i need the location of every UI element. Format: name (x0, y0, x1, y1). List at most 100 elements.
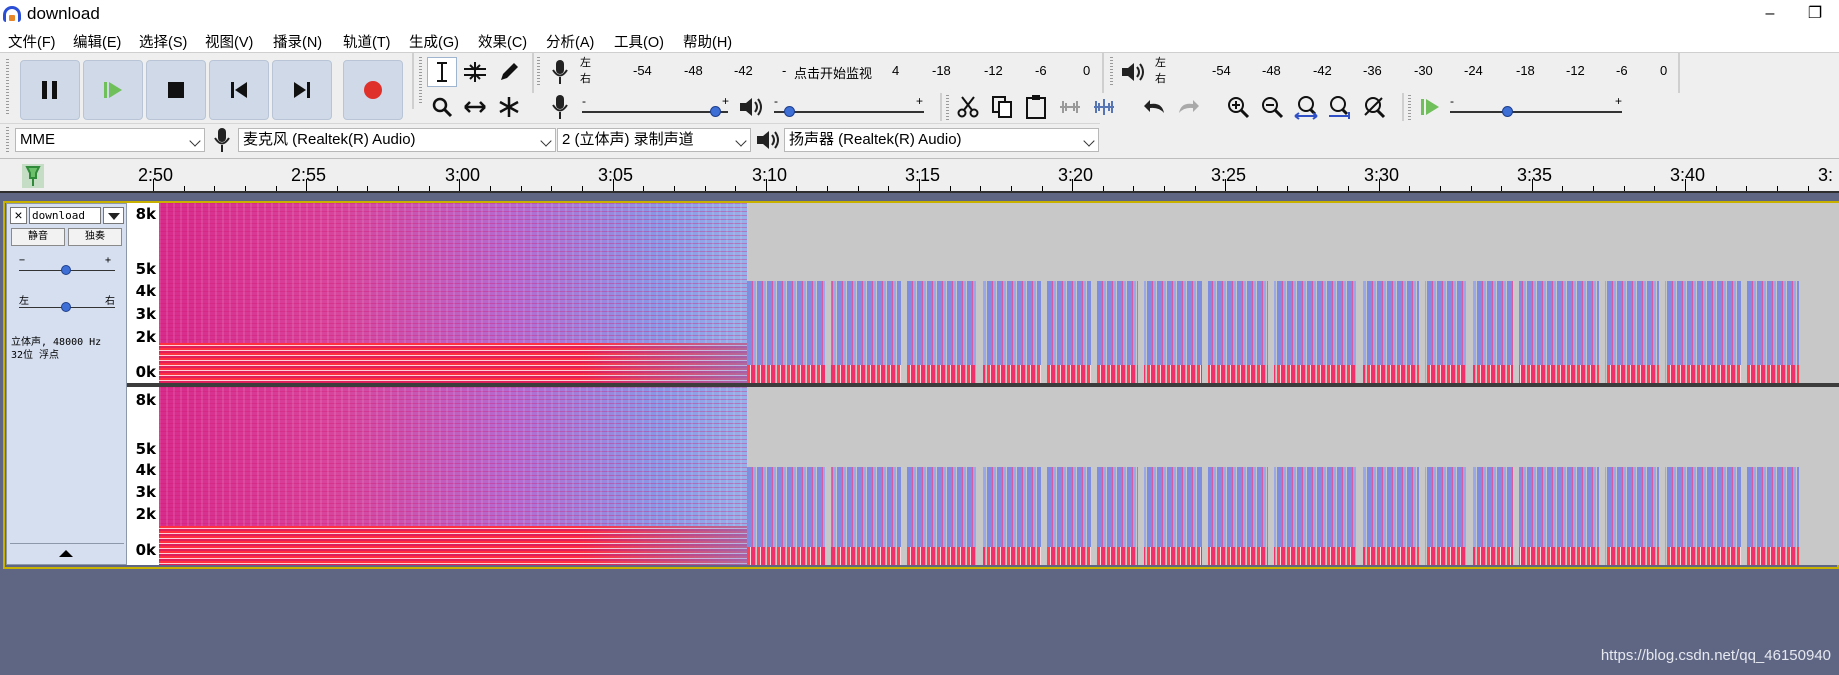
restore-button[interactable]: ❐ (1795, 2, 1835, 26)
track-menu-dropdown-icon[interactable] (103, 207, 124, 224)
spectrogram-gap (1513, 467, 1519, 565)
timeline-ruler[interactable]: 2:50 2:55 3:00 3:05 3:10 3:15 3:20 3:25 … (0, 158, 1839, 193)
zoom-tool-button[interactable] (427, 92, 457, 122)
menu-tools[interactable]: 工具(O) (614, 31, 664, 52)
toolbar-grip[interactable] (1110, 57, 1113, 87)
play-volume-max: + (916, 94, 924, 108)
play-meter-tick: -18 (1516, 63, 1535, 78)
skip-to-start-button[interactable] (209, 60, 269, 120)
pause-button[interactable] (20, 60, 80, 120)
menu-effect[interactable]: 效果(C) (478, 31, 527, 52)
track-name[interactable]: download (29, 207, 101, 224)
paste-button[interactable] (1021, 92, 1051, 122)
minimize-button[interactable]: – (1750, 2, 1790, 26)
envelope-tool-button[interactable] (460, 57, 490, 87)
cut-button[interactable] (953, 92, 983, 122)
menu-help[interactable]: 帮助(H) (683, 31, 732, 52)
copy-button[interactable] (987, 92, 1017, 122)
toolbar-grip[interactable] (6, 59, 9, 115)
ruler-label: 3:35 (1517, 165, 1553, 185)
trim-button[interactable] (1055, 92, 1085, 122)
selection-tool-button[interactable] (427, 57, 457, 87)
menu-view[interactable]: 视图(V) (205, 31, 253, 52)
ruler-tick (1685, 179, 1686, 191)
toolbar-grip[interactable] (946, 95, 949, 121)
play-meter[interactable]: -54 -48 -42 -36 -30 -24 -18 -12 -6 0 (1172, 63, 1672, 81)
record-volume-icon-button[interactable] (545, 92, 575, 122)
spectrogram-dense-region (159, 387, 747, 565)
pan-knob[interactable] (61, 302, 71, 312)
menu-tracks[interactable]: 轨道(T) (343, 31, 391, 52)
speaker-icon (740, 98, 762, 116)
ruler-tick (184, 186, 185, 191)
freq-label: 8k (135, 205, 156, 223)
stop-button[interactable] (146, 60, 206, 120)
envelope-icon (464, 62, 486, 82)
silence-button[interactable] (1089, 92, 1119, 122)
play-meter-tick: -36 (1363, 63, 1382, 78)
spectrogram-left-channel[interactable] (159, 203, 1839, 383)
fit-selection-button[interactable] (1291, 92, 1321, 122)
time-shift-tool-button[interactable] (460, 92, 490, 122)
freq-label: 8k (135, 391, 156, 409)
fit-project-button[interactable] (1325, 92, 1355, 122)
toolbar-grip[interactable] (419, 57, 422, 105)
play-volume-knob[interactable] (784, 106, 795, 117)
ruler-tick (1624, 186, 1625, 191)
record-meter-button[interactable] (545, 57, 575, 87)
record-button[interactable] (343, 60, 403, 120)
toolbar-separator (940, 93, 942, 121)
toolbar-grip[interactable] (1408, 95, 1411, 121)
solo-button[interactable]: 独奏 (68, 228, 122, 246)
toolbar-area: 左 右 -54 -48 -42 - 点击开始监视 4 -18 -12 -6 0 … (0, 52, 1839, 158)
record-volume-slider[interactable] (582, 111, 728, 113)
record-channels-select[interactable]: 2 (立体声) 录制声道 (557, 128, 751, 152)
play-volume-slider[interactable] (774, 111, 924, 113)
record-volume-knob[interactable] (710, 106, 721, 117)
menu-select[interactable]: 选择(S) (139, 31, 187, 52)
menu-analyze[interactable]: 分析(A) (546, 31, 594, 52)
redo-button[interactable] (1173, 92, 1203, 122)
skip-to-end-button[interactable] (272, 60, 332, 120)
spectrogram-gap (1138, 467, 1144, 565)
draw-tool-button[interactable] (494, 57, 524, 87)
gain-knob[interactable] (61, 265, 71, 275)
track-close-button[interactable]: × (10, 207, 27, 224)
record-meter-tick: -48 (684, 63, 703, 78)
ruler-tick (1011, 186, 1012, 191)
toolbar-separator (532, 53, 534, 93)
copy-icon (992, 96, 1012, 118)
play-at-speed-button[interactable] (1415, 92, 1445, 122)
play-volume-icon-button[interactable] (736, 92, 766, 122)
menu-file[interactable]: 文件(F) (8, 31, 56, 52)
play-speed-slider[interactable] (1450, 111, 1622, 113)
zoom-toggle-button[interactable] (1359, 92, 1389, 122)
play-button[interactable] (83, 60, 143, 120)
freq-label: 3k (135, 305, 156, 323)
menu-edit[interactable]: 编辑(E) (73, 31, 121, 52)
menu-transport[interactable]: 播录(N) (273, 31, 322, 52)
spectrogram-right-channel[interactable] (159, 387, 1839, 565)
undo-button[interactable] (1140, 92, 1170, 122)
menu-generate[interactable]: 生成(G) (409, 31, 459, 52)
record-meter[interactable]: -54 -48 -42 - 点击开始监视 4 -18 -12 -6 0 (596, 63, 1093, 81)
frequency-scale-left: 8k 5k 4k 3k 2k 0k (127, 203, 159, 383)
audio-host-select[interactable]: MME (15, 128, 205, 152)
ruler-label: 2:55 (291, 165, 327, 185)
collapse-track-button[interactable] (10, 543, 124, 563)
toolbar-grip[interactable] (6, 127, 9, 153)
track-area[interactable]: × download 静音 独奏 − + 左 右 立体声, 48000 Hz 3… (0, 198, 1839, 572)
zoom-out-button[interactable] (1257, 92, 1287, 122)
multi-tool-button[interactable] (494, 92, 524, 122)
ruler-tick (429, 186, 430, 191)
mute-button[interactable]: 静音 (11, 228, 65, 246)
play-meter-button[interactable] (1118, 57, 1148, 87)
play-meter-tick: -48 (1262, 63, 1281, 78)
input-device-select[interactable]: 麦克风 (Realtek(R) Audio) (238, 128, 556, 152)
output-device-select[interactable]: 扬声器 (Realtek(R) Audio) (784, 128, 1099, 152)
play-speed-knob[interactable] (1502, 106, 1513, 117)
ruler-label: 3:40 (1670, 165, 1706, 185)
zoom-in-button[interactable] (1223, 92, 1253, 122)
fit-selection-icon (1294, 96, 1318, 120)
toolbar-grip[interactable] (537, 57, 540, 87)
